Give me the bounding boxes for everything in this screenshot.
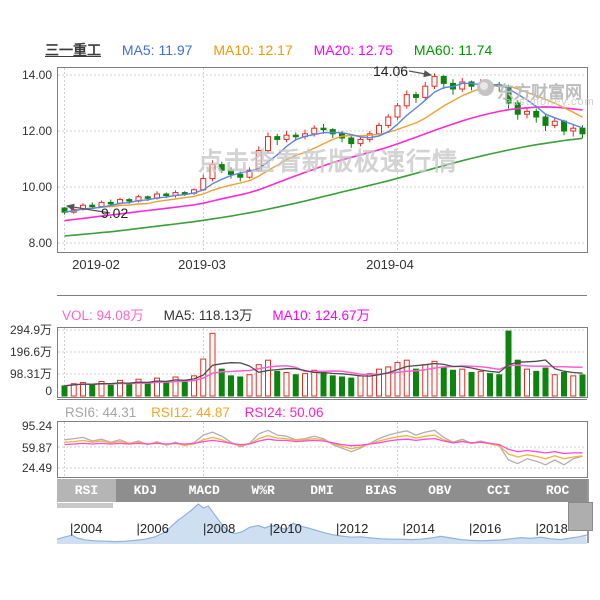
rsi12-value: RSI12: 44.87 [151,405,230,420]
vol-ma10: MA10: 124.67万 [272,308,370,323]
price-y-tick: 12.00 [0,124,52,138]
timeline-year-tick: |2012 [336,521,368,536]
eastmoney-logo-icon [477,79,494,96]
timeline-year-tick: |2016 [469,521,501,536]
volume-y-tick: 98.31万 [0,367,52,381]
rsi-y-tick: 24.49 [0,461,52,475]
tab-wr[interactable]: W%R [234,479,293,502]
price-x-tick: 2019-03 [178,257,226,272]
rsi6-value: RSI6: 44.31 [65,405,136,420]
tab-dmi[interactable]: DMI [293,479,352,502]
rsi-y-tick: 59.87 [0,441,52,455]
rsi24-value: RSI24: 50.06 [245,405,324,420]
high-annotation: 14.06 [373,63,408,79]
timeline-year-tick: |2008 [203,521,235,536]
tab-kdj[interactable]: KDJ [116,479,175,502]
volume-y-tick: 196.6万 [0,345,52,359]
tab-obv[interactable]: OBV [410,479,469,502]
ma10-legend: MA10: 12.17 [213,42,292,58]
rsi-y-tick: 95.24 [0,419,52,433]
tab-macd[interactable]: MACD [175,479,234,502]
ma5-legend: MA5: 11.97 [122,42,193,58]
volume-legend: VOL: 94.08万 MA5: 118.13万 MA10: 124.67万 [62,304,386,324]
watermark-domain: eastmoney.com [505,96,595,108]
indicator-tab-bar: RSIKDJMACDW%RDMIBIASOBVCCIROC [57,479,587,502]
tab-rsi[interactable]: RSI [57,479,116,502]
price-x-tick: 2019-04 [366,257,414,272]
volume-y-tick: 0 [0,384,52,398]
timeline-year-tick: |2006 [137,521,169,536]
price-y-tick: 14.00 [0,68,52,82]
timeline-year-tick: |2018 [536,521,568,536]
vol-value: VOL: 94.08万 [62,308,144,323]
ma60-legend: MA60: 11.74 [414,42,492,58]
vol-ma5: MA5: 118.13万 [164,308,253,323]
stock-name-link[interactable]: 三一重工 [45,42,101,58]
rsi-legend: RSI6: 44.31 RSI12: 44.87 RSI24: 50.06 [65,405,334,420]
price-y-tick: 10.00 [0,180,52,194]
timeline-year-tick: |2014 [403,521,435,536]
ma20-legend: MA20: 12.75 [314,42,393,58]
low-annotation: 9.02 [101,205,128,221]
tab-cci[interactable]: CCI [469,479,528,502]
timeline-drag-handle[interactable] [568,502,593,531]
watermark-promo-link[interactable]: 点击查看新版极速行情 [198,142,458,178]
timeline-year-tick: |2010 [270,521,302,536]
main-chart-legend: 三一重工 MA5: 11.97 MA10: 12.17 MA20: 12.75 … [45,40,509,60]
tab-bias[interactable]: BIAS [351,479,410,502]
price-x-tick: 2019-02 [72,257,120,272]
timeline-year-tick: |2004 [70,521,102,536]
volume-y-tick: 294.9万 [0,323,52,337]
tab-scroll-thumb[interactable] [57,503,113,508]
tab-roc[interactable]: ROC [528,479,587,502]
price-y-tick: 8.00 [0,236,52,250]
